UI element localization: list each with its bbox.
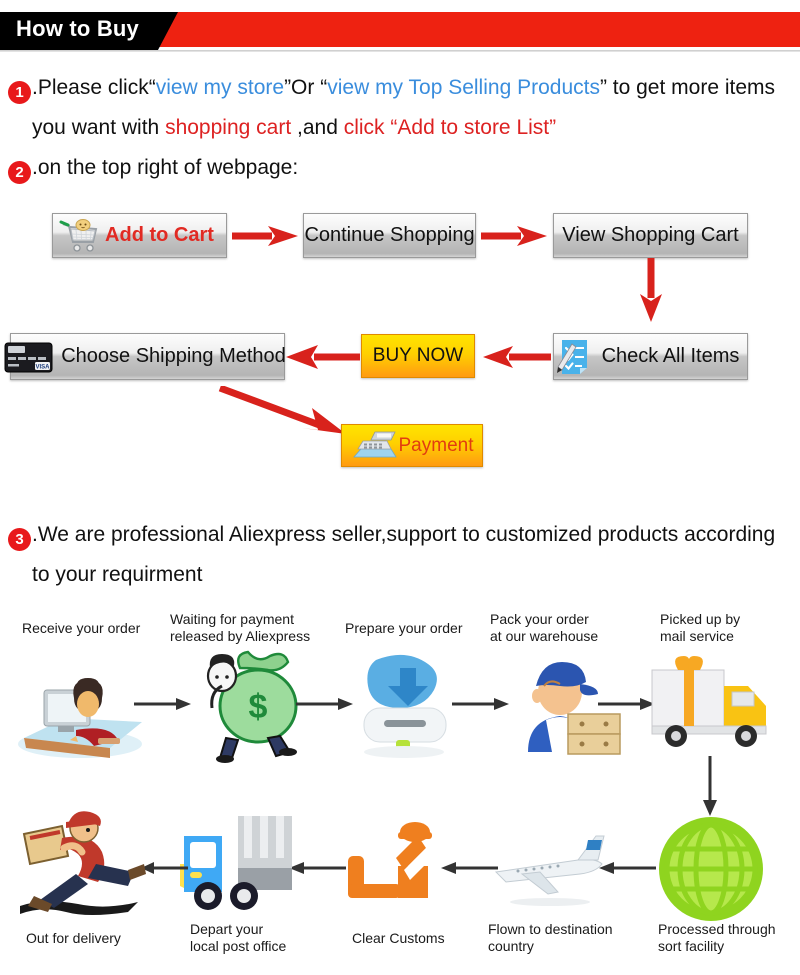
buy-now-label: BUY NOW	[372, 345, 464, 366]
shopping-cart-icon	[59, 218, 98, 252]
choose-shipping-method-button[interactable]: VISA Choose Shipping Method	[4, 333, 286, 380]
person-at-computer-icon	[18, 678, 142, 758]
arrow-prepare-to-pack	[452, 698, 509, 710]
arrow-continue-to-view-cart	[481, 226, 547, 246]
step-3-line-2: to your requirment	[32, 555, 202, 595]
airplane-icon	[494, 835, 605, 906]
payment-button[interactable]: Payment	[341, 424, 483, 467]
process-label-out-for-delivery: Out for delivery	[26, 930, 121, 946]
page-banner: How to Buy	[0, 0, 800, 52]
courier-running-icon	[20, 811, 146, 915]
view-shopping-cart-button[interactable]: View Shopping Cart	[553, 213, 748, 258]
customs-officer-icon	[348, 822, 432, 898]
download-order-icon	[363, 654, 447, 758]
choose-shipping-method-label: Choose Shipping Method	[61, 345, 286, 367]
step-1-text-c: ” to get more items	[599, 76, 776, 99]
post-office-truck-icon	[180, 816, 292, 910]
view-shopping-cart-label: View Shopping Cart	[562, 224, 739, 246]
step-2-bullet: 2	[8, 161, 31, 184]
process-label-processed-sort-facility: Processed through sort facility	[658, 921, 776, 954]
credit-card-icon: VISA	[4, 342, 53, 372]
process-label-prepare-order: Prepare your order	[345, 620, 463, 636]
check-all-items-button[interactable]: Check All Items	[553, 333, 748, 380]
link-view-top-selling-products[interactable]: view my Top Selling Products	[327, 76, 600, 99]
step-1-line2-b: ,and	[291, 116, 344, 139]
emphasis-add-to-store-list: click “Add to store List”	[343, 116, 557, 139]
process-label-picked-up: Picked up by mail service	[660, 611, 741, 644]
arrow-to-payment	[218, 386, 346, 434]
delivery-truck-gift-icon	[651, 656, 767, 747]
step-1-line-1: 1 .Please click“view my store”Or “view my…	[8, 68, 775, 108]
cash-register-icon	[352, 431, 397, 457]
step-3-bullet: 3	[8, 528, 31, 551]
process-label-waiting-payment: Waiting for payment released by Aliexpre…	[170, 611, 311, 644]
process-label-clear-customs: Clear Customs	[352, 930, 445, 946]
emphasis-shopping-cart: shopping cart	[165, 116, 292, 139]
step-3-text-2: to your requirment	[32, 563, 203, 586]
step-3-line-1: 3 .We are professional Aliexpress seller,…	[8, 515, 775, 555]
continue-shopping-label: Continue Shopping	[304, 224, 475, 246]
process-label-depart-post-office: Depart your local post office	[190, 921, 287, 954]
continue-shopping-button[interactable]: Continue Shopping	[303, 213, 476, 258]
process-label-receive-order: Receive your order	[22, 620, 141, 636]
svg-text:$: $	[249, 688, 268, 726]
link-view-my-store[interactable]: view my store	[156, 76, 284, 99]
buy-now-button[interactable]: BUY NOW	[361, 334, 475, 378]
step-1-bullet: 1	[8, 81, 31, 104]
arrow-check-items-to-buy-now	[483, 346, 551, 368]
svg-text:VISA: VISA	[36, 364, 51, 370]
arrow-waiting-to-prepare	[296, 698, 353, 710]
arrow-receive-to-waiting	[134, 698, 191, 710]
step-1-text-b: ”Or “	[284, 76, 328, 99]
banner-shadow	[0, 50, 800, 52]
step-2-text: .on the top right of webpage:	[32, 156, 299, 179]
check-all-items-label: Check All Items	[601, 345, 740, 367]
checklist-icon	[556, 339, 587, 374]
add-to-cart-label: Add to Cart	[105, 224, 214, 246]
page-title: How to Buy	[16, 16, 139, 41]
step-2-line: 2 .on the top right of webpage:	[8, 148, 298, 188]
step-1-line-2: you want with shopping cart ,and click “…	[32, 108, 556, 148]
step-1-line2-a: you want with	[32, 116, 166, 139]
payment-label: Payment	[398, 434, 474, 456]
arrow-cart-to-continue	[232, 226, 298, 246]
step-1-text-a: .Please click“	[32, 76, 156, 99]
process-label-pack-order: Pack your order at our warehouse	[490, 611, 599, 644]
arrow-picked-up-to-sort-facility	[703, 756, 717, 816]
add-to-cart-button[interactable]: Add to Cart	[52, 213, 227, 258]
step-3-text-1: .We are professional Aliexpress seller,s…	[32, 523, 776, 546]
process-label-flown-to-destination: Flown to destination country	[488, 921, 613, 954]
arrow-view-cart-to-check-items	[640, 258, 662, 322]
globe-sort-facility-icon	[659, 817, 763, 921]
arrow-buy-now-to-choose-shipping	[286, 345, 360, 369]
